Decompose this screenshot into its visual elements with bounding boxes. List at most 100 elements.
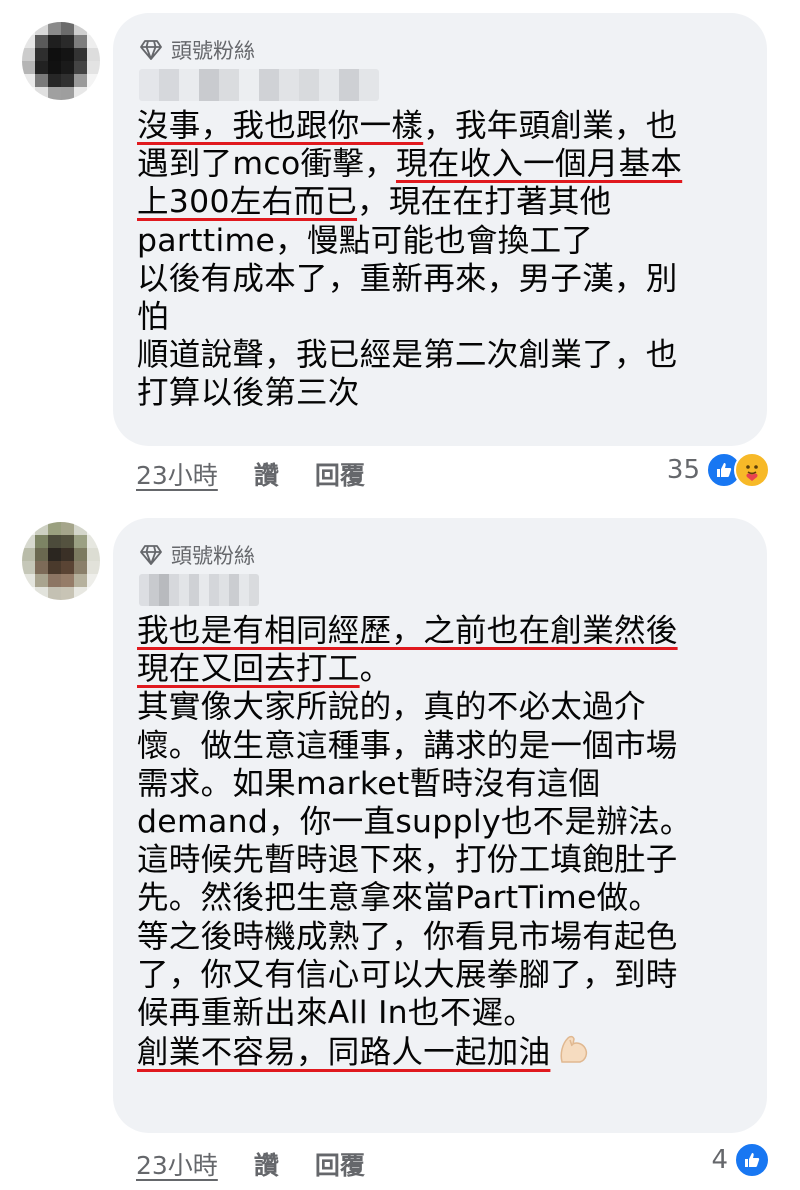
mosaic-cell — [359, 69, 379, 101]
text-segment: 怕 — [137, 299, 169, 336]
comment-line: 現在又回去打工。 — [137, 650, 743, 688]
mosaic-cell — [22, 574, 35, 587]
mosaic-cell — [35, 587, 48, 600]
reply-button[interactable]: 回覆 — [315, 1146, 365, 1182]
mosaic-cell — [61, 74, 74, 87]
mosaic-cell — [159, 69, 179, 101]
mosaic-cell — [61, 22, 74, 35]
comment-line: 順道說聲，我已經是第二次創業了，也 — [137, 336, 743, 374]
mosaic-cell — [61, 35, 74, 48]
like-button[interactable]: 讚 — [254, 456, 279, 492]
author-name[interactable] — [139, 574, 259, 606]
reaction-summary[interactable]: 35 — [667, 452, 770, 488]
mosaic-cell — [159, 574, 169, 606]
mosaic-cell — [48, 561, 61, 574]
comment-line: 需求。如果market暫時沒有這個 — [137, 765, 743, 803]
comment-line: 候再重新出來All In也不遲。 — [137, 994, 743, 1032]
text-segment: ，我年頭創業，也 — [423, 108, 678, 144]
mosaic-cell — [48, 522, 61, 535]
highlighted-text: 上300左右而已 — [137, 184, 358, 221]
mosaic-cell — [87, 535, 100, 548]
mosaic-cell — [22, 61, 35, 74]
text-segment: 順道說聲，我已經是第二次創業了，也 — [137, 337, 678, 374]
mosaic-cell — [61, 61, 74, 74]
mosaic-cell — [61, 48, 74, 61]
comment-line: 遇到了mco衝擊，現在收入一個月基本 — [137, 145, 743, 183]
mosaic-cell — [199, 574, 209, 606]
mosaic-cell — [87, 587, 100, 600]
comment-line: 沒事，我也跟你一樣，我年頭創業，也 — [137, 107, 743, 145]
mosaic-cell — [22, 74, 35, 87]
mosaic-cell — [74, 22, 87, 35]
mosaic-cell — [74, 522, 87, 535]
reaction-summary[interactable]: 4 — [711, 1142, 770, 1178]
reply-button[interactable]: 回覆 — [315, 456, 365, 492]
author-name[interactable] — [139, 69, 379, 101]
mosaic-cell — [87, 74, 100, 87]
timestamp-link[interactable]: 23小時 — [136, 456, 218, 492]
mosaic-cell — [87, 87, 100, 100]
text-segment: 需求。如果market暫時沒有這個 — [137, 765, 601, 802]
mosaic-cell — [35, 574, 48, 587]
mosaic-cell — [35, 74, 48, 87]
mosaic-cell — [87, 561, 100, 574]
badge-label: 頭號粉絲 — [171, 39, 255, 63]
mosaic-cell — [22, 22, 35, 35]
mosaic-cell — [48, 535, 61, 548]
mosaic-cell — [279, 69, 299, 101]
text-segment: 這時候先暫時退下來，打份工填飽肚子 — [137, 842, 678, 879]
mosaic-cell — [87, 574, 100, 587]
mosaic-cell — [48, 574, 61, 587]
comment-line: 打算以後第三次 — [137, 374, 743, 412]
text-segment: 先。然後把生意拿來當PartTime做。 — [137, 880, 661, 917]
mosaic-cell — [87, 48, 100, 61]
mosaic-cell — [22, 522, 35, 535]
badge-label: 頭號粉絲 — [171, 544, 255, 568]
text-segment: ，現在在打著其他 — [357, 184, 612, 221]
reaction-count: 35 — [666, 455, 700, 485]
diamond-icon — [140, 40, 162, 60]
mosaic-cell — [239, 574, 249, 606]
comment-line: 怕 — [137, 298, 743, 336]
mosaic-cell — [299, 69, 319, 101]
comment-line: 這時候先暫時退下來，打份工填飽肚子 — [137, 841, 743, 879]
mosaic-cell — [239, 69, 259, 101]
mosaic-cell — [87, 548, 100, 561]
mosaic-cell — [22, 561, 35, 574]
text-segment: 。 — [359, 651, 392, 688]
mosaic-cell — [35, 522, 48, 535]
mosaic-cell — [259, 69, 279, 101]
mosaic-cell — [319, 69, 339, 101]
timestamp-link[interactable]: 23小時 — [136, 1146, 218, 1182]
mosaic-cell — [35, 48, 48, 61]
top-fan-badge: 頭號粉絲 — [137, 33, 743, 67]
mosaic-cell — [61, 587, 74, 600]
like-button[interactable]: 讚 — [254, 1146, 279, 1182]
comment-line: 上300左右而已，現在在打著其他 — [137, 183, 743, 221]
mosaic-cell — [35, 561, 48, 574]
mosaic-cell — [179, 574, 189, 606]
mosaic-cell — [48, 35, 61, 48]
mosaic-cell — [61, 574, 74, 587]
comment-line: 以後有成本了，重新再來，男子漢，別 — [137, 260, 743, 298]
text-segment: 其實像大家所說的，真的不必太過介 — [137, 689, 646, 726]
mosaic-cell — [74, 587, 87, 600]
avatar[interactable] — [22, 22, 100, 100]
mosaic-cell — [189, 574, 199, 606]
mosaic-cell — [74, 561, 87, 574]
comment-bubble: 頭號粉絲 沒事，我也跟你一樣，我年頭創業，也 遇到了mco衝擊，現在收入一個月基本… — [113, 13, 767, 446]
mosaic-cell — [61, 561, 74, 574]
text-segment: 了，你又有信心可以大展拳腳了，到時 — [137, 956, 678, 993]
mosaic-cell — [35, 61, 48, 74]
mosaic-cell — [35, 548, 48, 561]
text-segment: 遇到了mco衝擊， — [137, 146, 396, 183]
mosaic-cell — [61, 548, 74, 561]
comment-text: 沒事，我也跟你一樣，我年頭創業，也 遇到了mco衝擊，現在收入一個月基本 上300左… — [137, 107, 743, 413]
mosaic-cell — [48, 74, 61, 87]
comment-line: 創業不容易，同路人一起加油 — [137, 1032, 743, 1075]
mosaic-cell — [87, 61, 100, 74]
avatar[interactable] — [22, 522, 100, 600]
mosaic-cell — [22, 535, 35, 548]
top-fan-badge: 頭號粉絲 — [137, 538, 743, 572]
comment-actions: 23小時 讚 回覆 — [136, 456, 401, 492]
